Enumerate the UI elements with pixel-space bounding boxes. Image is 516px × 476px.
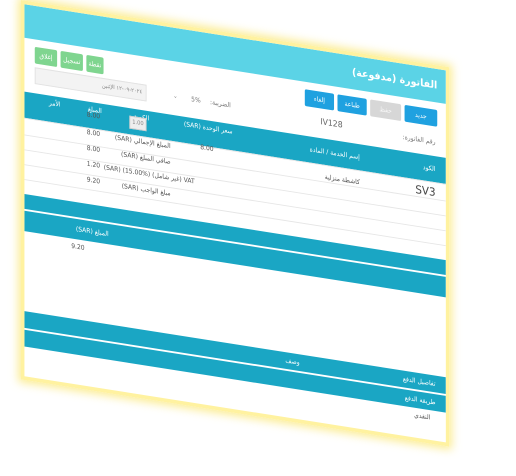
gross-total-value: 8.00 [86,128,101,138]
cancel-button[interactable]: إلغاء [304,89,335,111]
amount-due-value: 9.20 [86,175,101,186]
register-button[interactable]: تسجيل [60,50,83,72]
quantity-input[interactable]: 1.00 [129,115,147,132]
print-button[interactable]: طباعة [337,94,367,116]
col-name: إسم الخدمة / المادة [309,145,360,162]
col-unit-price: سعر الوحدة (SAR) [183,120,233,136]
col-code: الكود [422,163,436,173]
net-total-value: 8.00 [86,144,101,154]
payment-description-label: وصف [285,356,300,367]
tax-label: الضريبة: [210,98,231,110]
invoice-number-value: IV128 [320,117,343,131]
item-unit-price: 8.00 [200,143,214,153]
invoice-screen: الفاتورة (مدفوعة) إغلاق المناوبة تسجيل ن… [0,0,516,476]
payment-details-label: تفاصيل الدفع [402,375,436,388]
payment-amount-value: 9.20 [71,242,85,252]
note-button[interactable]: نقطة [86,54,104,75]
invoice-number-label: رقم الفاتورة: [402,133,436,146]
payment-method-label: طريقة الدفع [404,394,436,407]
payment-amount-header: المبلغ (SAR) [75,225,109,238]
invoice-panel: الفاتورة (مدفوعة) إغلاق المناوبة تسجيل ن… [21,0,450,447]
close-shift-button[interactable]: إغلاق المناوبة [34,46,58,79]
payment-method-value: النقدي [414,411,431,422]
new-button[interactable]: جديد [404,104,438,127]
tax-dropdown-icon[interactable]: ⌄ [173,93,177,100]
save-button[interactable]: حفظ [370,99,402,122]
tax-value: 5% [191,95,201,105]
page-title: الفاتورة (مدفوعة) [351,65,438,92]
col-actions: الأمر [48,99,61,109]
vat-value: 1.20 [86,160,101,170]
